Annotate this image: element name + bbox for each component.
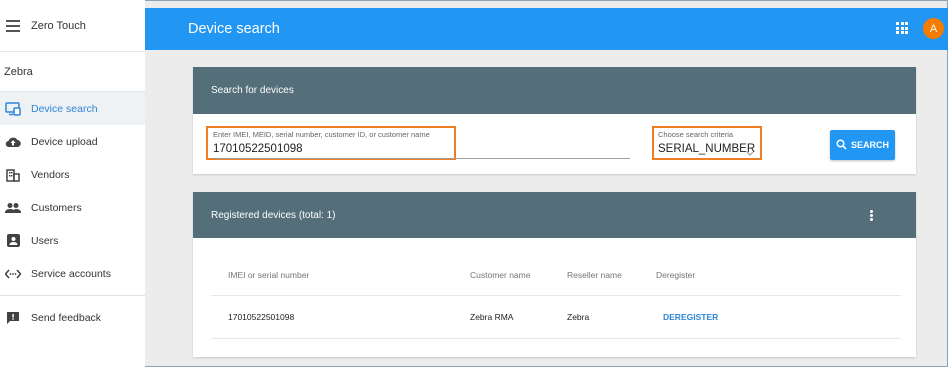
send-feedback-label: Send feedback — [31, 311, 102, 324]
vendors-icon — [4, 167, 22, 183]
customers-icon — [4, 200, 22, 216]
devices-card-title: Registered devices (total: 1) — [211, 209, 336, 221]
sidebar-item-device-search[interactable]: Device search — [0, 92, 145, 125]
sidebar-item-label: Customers — [31, 201, 82, 214]
users-icon — [4, 233, 22, 249]
sidebar-item-service-accounts[interactable]: Service accounts — [0, 257, 145, 290]
table-divider — [211, 295, 901, 296]
cloud-upload-icon — [4, 134, 22, 150]
sidebar-item-label: Service accounts — [31, 267, 111, 280]
feedback-icon — [4, 310, 22, 326]
sidebar-divider — [0, 295, 145, 296]
sidebar-item-device-upload[interactable]: Device upload — [0, 125, 145, 158]
service-accounts-icon — [4, 266, 22, 282]
search-card-title: Search for devices — [193, 67, 916, 114]
sidebar-item-customers[interactable]: Customers — [0, 191, 145, 224]
avatar[interactable]: A — [923, 18, 944, 39]
column-header-serial: IMEI or serial number — [228, 270, 310, 280]
sidebar-item-label: Users — [31, 234, 59, 247]
table-divider — [211, 338, 901, 339]
sidebar-header: Zero Touch — [0, 0, 145, 52]
search-input[interactable]: 17010522501098 — [213, 143, 303, 155]
sidebar-item-vendors[interactable]: Vendors — [0, 158, 145, 191]
search-input-label: Enter IMEI, MEID, serial number, custome… — [213, 130, 430, 139]
column-header-deregister: Deregister — [656, 270, 696, 280]
org-name: Zebra — [0, 52, 145, 92]
criteria-select-label: Choose search criteria — [658, 130, 734, 139]
deregister-button[interactable]: DEREGISTER — [663, 312, 718, 322]
sidebar: Zero Touch Zebra Device search Device up… — [0, 0, 145, 367]
devices-card-header: Registered devices (total: 1) — [193, 192, 916, 238]
sidebar-item-users[interactable]: Users — [0, 224, 145, 257]
page-title: Device search — [188, 21, 280, 37]
sidebar-item-label: Device upload — [31, 135, 98, 148]
app-header: Device search A — [145, 8, 948, 50]
search-input-underline — [213, 158, 630, 159]
apps-grid-icon[interactable] — [896, 22, 908, 34]
criteria-select[interactable]: SERIAL_NUMBER — [658, 143, 755, 155]
search-card: Search for devices Enter IMEI, MEID, ser… — [193, 67, 916, 174]
app-name: Zero Touch — [31, 19, 86, 32]
chevron-down-icon[interactable] — [746, 144, 754, 162]
sidebar-item-label: Device search — [31, 102, 98, 115]
sidebar-item-label: Vendors — [31, 168, 70, 181]
send-feedback-button[interactable]: Send feedback — [0, 301, 145, 334]
search-button[interactable]: SEARCH — [830, 130, 895, 160]
column-header-reseller: Reseller name — [567, 270, 622, 280]
search-icon — [836, 138, 847, 152]
search-button-label: SEARCH — [850, 140, 889, 150]
menu-icon[interactable] — [6, 20, 20, 32]
search-form: Enter IMEI, MEID, serial number, custome… — [193, 114, 916, 174]
device-search-icon — [4, 101, 22, 117]
cell-customer: Zebra RMA — [470, 312, 514, 322]
column-header-customer: Customer name — [470, 270, 531, 280]
cell-serial: 17010522501098 — [228, 312, 295, 322]
registered-devices-card: Registered devices (total: 1) IMEI or se… — [193, 192, 916, 357]
more-options-icon[interactable] — [870, 210, 873, 221]
cell-reseller: Zebra — [567, 312, 590, 322]
